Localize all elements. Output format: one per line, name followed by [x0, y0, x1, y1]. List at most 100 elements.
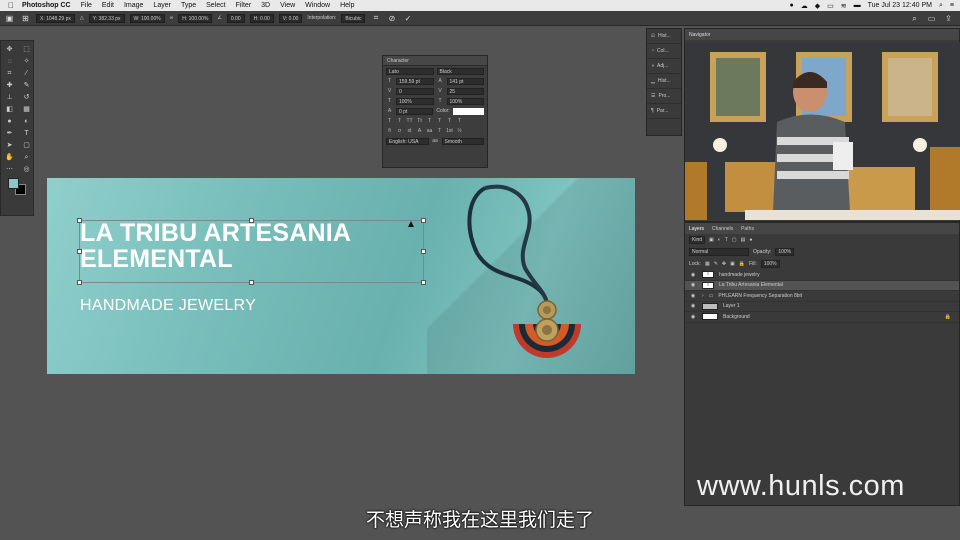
menu-edit[interactable]: Edit: [102, 2, 114, 9]
small-caps-icon[interactable]: Tt: [416, 118, 423, 124]
brush-tool-icon[interactable]: ✎: [18, 80, 35, 92]
path-select-icon[interactable]: ➤: [1, 140, 18, 152]
vertical-scale-field[interactable]: 100%: [396, 97, 434, 105]
lock-artboard-icon[interactable]: ▣: [730, 261, 735, 267]
spotlight-icon[interactable]: ⌕: [939, 2, 943, 10]
stylistic-icon[interactable]: A: [416, 128, 423, 134]
shape-tool-icon[interactable]: ▢: [18, 140, 35, 152]
dodge-tool-icon[interactable]: ◐: [18, 116, 35, 128]
fill-field[interactable]: 100%: [760, 260, 780, 268]
transform-handle[interactable]: [421, 218, 426, 223]
foreground-color-swatch[interactable]: [8, 178, 19, 189]
zoom-tool-icon[interactable]: ⌕: [18, 152, 35, 164]
transform-handle[interactable]: [421, 280, 426, 285]
fractions-icon[interactable]: ½: [456, 128, 463, 134]
strikethrough-icon[interactable]: T: [456, 118, 463, 124]
cancel-transform-icon[interactable]: ⊘: [386, 13, 397, 24]
creative-cloud-icon[interactable]: ☁: [801, 2, 808, 10]
link-icon[interactable]: ∞: [170, 15, 174, 21]
menu-type[interactable]: Type: [181, 2, 196, 9]
display-icon[interactable]: ▭: [827, 2, 834, 10]
group-expand-icon[interactable]: ›: [702, 293, 704, 299]
menu-3d[interactable]: 3D: [261, 2, 270, 9]
layer-row-selected[interactable]: ◉ T La Tribu Artesania Elemental: [685, 280, 959, 291]
filter-pixel-icon[interactable]: ▣: [709, 237, 714, 243]
layer-name[interactable]: PHLEARN Frequency Separation 8bit: [718, 293, 802, 299]
horizontal-scale-field[interactable]: 100%: [446, 97, 484, 105]
angle-field[interactable]: 0.00: [226, 13, 245, 23]
baseline-shift-field[interactable]: 0 pt: [396, 107, 434, 115]
visibility-eye-icon[interactable]: ◉: [689, 293, 697, 299]
properties-panel-tab[interactable]: ☰ Pro...: [647, 89, 681, 104]
filter-shape-icon[interactable]: ▢: [732, 237, 737, 243]
gradient-tool-icon[interactable]: ▦: [18, 104, 35, 116]
filter-toggle-icon[interactable]: ●: [749, 237, 752, 243]
history-panel-tab[interactable]: ⎌ Hist...: [647, 29, 681, 44]
hskew-field[interactable]: H: 0.00: [249, 13, 274, 23]
font-size-field[interactable]: 159.59 pt: [396, 77, 434, 85]
filter-smart-icon[interactable]: ▤: [741, 237, 746, 243]
menu-filter[interactable]: Filter: [236, 2, 252, 9]
leading-field[interactable]: 141 pt: [446, 77, 484, 85]
antialias-select[interactable]: Smooth: [441, 137, 484, 145]
layer-name[interactable]: Background: [723, 314, 750, 320]
type-tool-icon[interactable]: T: [18, 128, 35, 140]
magic-wand-tool-icon[interactable]: ✧: [18, 56, 35, 68]
tab-channels[interactable]: Channels: [712, 226, 733, 232]
ordinal-1st-icon[interactable]: 1st: [446, 128, 453, 134]
layer-row[interactable]: ◉ Layer 1: [685, 302, 959, 312]
filter-type-icon[interactable]: T: [725, 237, 728, 243]
eyedropper-tool-icon[interactable]: ⁄: [18, 68, 35, 80]
all-caps-icon[interactable]: TT: [406, 118, 413, 124]
lock-pixels-icon[interactable]: ✎: [714, 261, 718, 267]
move-tool-icon[interactable]: ✥: [1, 44, 18, 56]
quick-mask-icon[interactable]: ◎: [18, 164, 35, 176]
faux-italic-icon[interactable]: T: [396, 118, 403, 124]
titling-icon[interactable]: aa: [426, 128, 433, 134]
language-select[interactable]: English: USA: [386, 137, 429, 145]
transform-handle[interactable]: [77, 280, 82, 285]
clock[interactable]: Tue Jul 23 12:40 PM: [868, 2, 932, 9]
menu-select[interactable]: Select: [206, 2, 225, 9]
lock-position-icon[interactable]: ✥: [722, 261, 726, 267]
underline-icon[interactable]: T: [446, 118, 453, 124]
text-color-swatch[interactable]: [452, 107, 484, 115]
faux-bold-icon[interactable]: T: [386, 118, 393, 124]
navigator-title[interactable]: Navigator: [685, 29, 959, 40]
apple-icon[interactable]: : [0, 1, 22, 10]
warp-icon[interactable]: ⌗: [370, 13, 381, 24]
edit-toolbar-icon[interactable]: ⋯: [1, 164, 18, 176]
kerning-field[interactable]: 0: [396, 87, 434, 95]
marquee-tool-icon[interactable]: ⬚: [18, 44, 35, 56]
superscript-icon[interactable]: T: [426, 118, 433, 124]
blend-mode-select[interactable]: Normal: [689, 248, 749, 256]
pen-tool-icon[interactable]: ✒: [1, 128, 18, 140]
lasso-tool-icon[interactable]: ◌: [1, 56, 18, 68]
adjustments-panel-tab[interactable]: ◑ Adj...: [647, 59, 681, 74]
hand-tool-icon[interactable]: ✋: [1, 152, 18, 164]
color-panel-tab[interactable]: ◔ Col...: [647, 44, 681, 59]
notification-icon[interactable]: ≡: [950, 2, 954, 9]
lock-transparent-icon[interactable]: ▦: [705, 261, 710, 267]
transform-handle[interactable]: [421, 249, 426, 254]
ligatures-icon[interactable]: fi: [386, 128, 393, 134]
history-brush-icon[interactable]: ↺: [18, 92, 35, 104]
menu-file[interactable]: File: [81, 2, 92, 9]
character-panel-title[interactable]: Character: [383, 56, 487, 66]
dropbox-icon[interactable]: ◆: [815, 2, 820, 10]
layer-row[interactable]: ◉ › ▭ PHLEARN Frequency Separation 8bit: [685, 291, 959, 302]
visibility-eye-icon[interactable]: ◉: [689, 282, 697, 288]
transform-handle[interactable]: [77, 218, 82, 223]
layer-row[interactable]: ◉ Background 🔒: [685, 312, 959, 323]
menu-window[interactable]: Window: [305, 2, 330, 9]
filter-adjust-icon[interactable]: ◐: [718, 237, 721, 243]
histogram-panel-tab[interactable]: ▁ Hist...: [647, 74, 681, 89]
healing-tool-icon[interactable]: ✚: [1, 80, 18, 92]
layer-name[interactable]: handmade jewelry: [719, 272, 760, 278]
interpolation-select[interactable]: Bicubic: [341, 13, 366, 23]
layer-name[interactable]: Layer 1: [723, 303, 740, 309]
font-style-select[interactable]: Black: [436, 67, 484, 75]
transform-bounding-box[interactable]: [77, 218, 426, 285]
subscript-icon[interactable]: T: [436, 118, 443, 124]
width-field[interactable]: W: 100.00%: [129, 13, 165, 23]
